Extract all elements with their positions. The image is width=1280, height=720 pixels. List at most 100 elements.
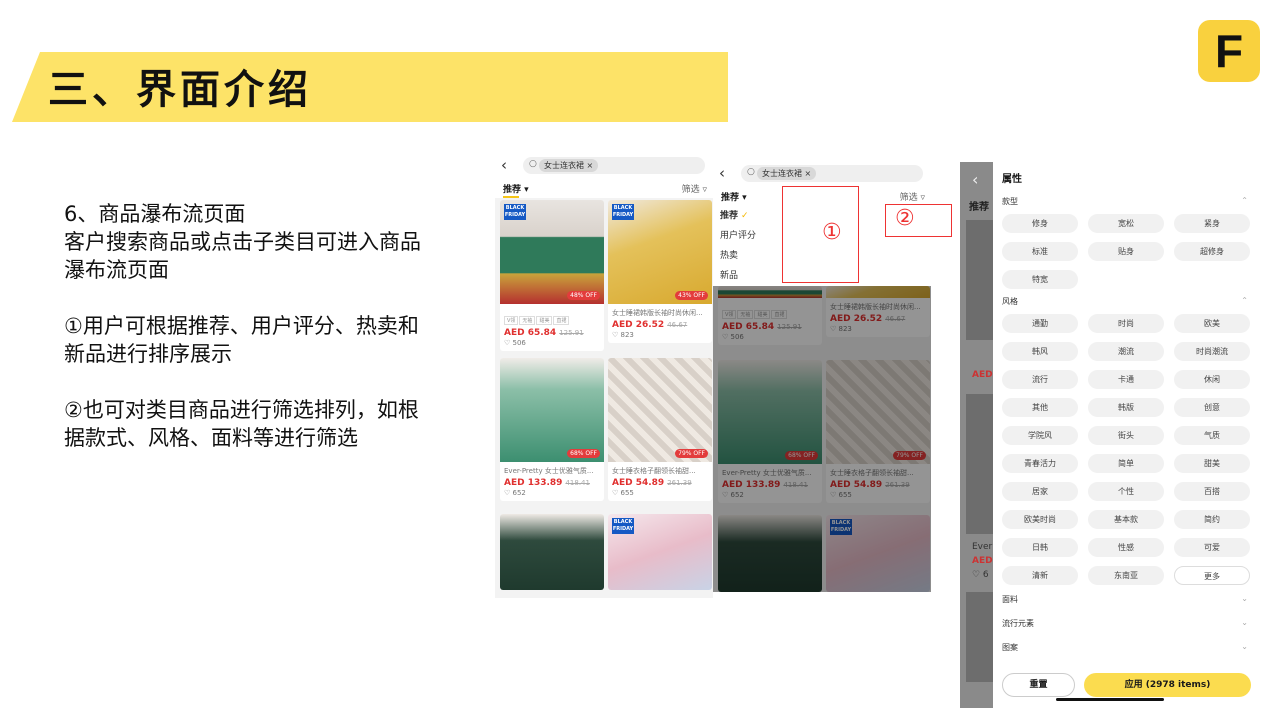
filter-option[interactable]: 紧身 xyxy=(1174,214,1250,233)
sort-dropdown[interactable]: 推荐 ▾ xyxy=(721,190,747,203)
filter-option[interactable]: 气质 xyxy=(1174,426,1250,445)
search-chip[interactable]: 女士连衣裙 × xyxy=(757,167,817,180)
product-card[interactable]: BLACK FRIDAY 43% OFF 女士睡裙韩版长袖时尚休闲... AED… xyxy=(608,200,712,343)
section-pattern[interactable]: 图案 xyxy=(1002,642,1018,653)
like-count[interactable]: ♡ 652 xyxy=(500,488,604,501)
like-count[interactable]: ♡ 506 xyxy=(500,338,604,351)
filter-option[interactable]: 居家 xyxy=(1002,482,1078,501)
sort-dropdown[interactable]: 推荐 ▾ xyxy=(503,182,529,195)
sort-option-recommend[interactable]: 推荐 ✓ xyxy=(720,208,749,221)
product-card[interactable]: BLACK FRIDAY xyxy=(608,514,712,590)
brand-logo: F xyxy=(1198,20,1260,82)
filter-option[interactable]: 贴身 xyxy=(1088,242,1164,261)
filter-option[interactable]: 个性 xyxy=(1088,482,1164,501)
back-arrow-icon: ‹ xyxy=(972,170,979,189)
product-card[interactable]: BLACK FRIDAY 48% OFF V领 无袖 甜美 直裙 AED 65.84 1… xyxy=(500,200,604,351)
filter-option[interactable]: 性感 xyxy=(1088,538,1164,557)
check-icon: ✓ xyxy=(741,211,749,221)
filter-option[interactable]: 可爱 xyxy=(1174,538,1250,557)
filter-option[interactable]: 百搭 xyxy=(1174,482,1250,501)
filter-option[interactable]: 创意 xyxy=(1174,398,1250,417)
marker-1: ① xyxy=(822,220,842,245)
filter-option[interactable]: 其他 xyxy=(1002,398,1078,417)
black-friday-badge: BLACK FRIDAY xyxy=(612,518,634,534)
filter-option[interactable]: 街头 xyxy=(1088,426,1164,445)
filter-option[interactable]: 简约 xyxy=(1174,510,1250,529)
black-friday-badge: BLACK FRIDAY xyxy=(612,204,634,220)
filter-option[interactable]: 时尚 xyxy=(1088,314,1164,333)
discount-badge: 48% OFF xyxy=(567,291,600,300)
filter-screen: ‹ 推荐 AED Ever AED ♡ 6 属性 款型 ⌃ 修身 宽松 紧身 标准 贴身… xyxy=(960,162,1260,708)
filter-option[interactable]: 韩版 xyxy=(1088,398,1164,417)
section-fit[interactable]: 款型 xyxy=(1002,196,1018,207)
product-card[interactable]: 68% OFF Ever-Pretty 女士优雅气质... AED 133.89… xyxy=(500,358,604,501)
search-box[interactable]: ○ 女士连衣裙 × xyxy=(523,157,705,174)
filter-option[interactable]: 欧美 xyxy=(1174,314,1250,333)
filter-option[interactable]: 休闲 xyxy=(1174,370,1250,389)
apply-button[interactable]: 应用 (2978 items) xyxy=(1084,673,1251,697)
filter-option[interactable]: 简单 xyxy=(1088,454,1164,473)
search-box[interactable]: ○ 女士连衣裙 × xyxy=(741,165,923,182)
filter-button[interactable]: 筛选 ▿ xyxy=(900,190,925,203)
filter-option[interactable]: 卡通 xyxy=(1088,370,1164,389)
filter-option[interactable]: 特宽 xyxy=(1002,270,1078,289)
product-card[interactable]: 79% OFF 女士睡衣格子翻领长袖甜... AED 54.89 261.39 ♡… xyxy=(608,358,712,501)
back-arrow-icon[interactable]: ‹ xyxy=(719,164,725,182)
filter-option[interactable]: 青春活力 xyxy=(1002,454,1078,473)
filter-option[interactable]: 修身 xyxy=(1002,214,1078,233)
desc-paragraph-1: 6、商品瀑布流页面 客户搜索商品或点击子类目可进入商品 瀑布流页面 xyxy=(64,202,421,282)
product-tags: V领 无袖 甜美 直裙 xyxy=(500,304,604,326)
sort-option-new[interactable]: 新品 xyxy=(720,268,738,281)
filter-option[interactable]: 欧美时尚 xyxy=(1002,510,1078,529)
section-fabric[interactable]: 面料 xyxy=(1002,594,1018,605)
chevron-up-icon[interactable]: ⌃ xyxy=(1241,196,1248,205)
sort-option-rating[interactable]: 用户评分 xyxy=(720,228,756,241)
product-feed-screen: ‹ ○ 女士连衣裙 × 推荐 ▾ 筛选 ▿ BLACK FRIDAY 48% O… xyxy=(495,152,713,598)
product-price: AED 54.89 261.39 xyxy=(612,478,692,488)
chevron-down-icon[interactable]: ⌄ xyxy=(1241,594,1248,603)
filter-panel: 属性 款型 ⌃ 修身 宽松 紧身 标准 贴身 超修身 特宽 风格 ⌃ 通勤 时尚 欧美 韩风 潮流时… xyxy=(993,162,1260,708)
section-style[interactable]: 风格 xyxy=(1002,296,1018,307)
filter-option[interactable]: 流行 xyxy=(1002,370,1078,389)
chevron-down-icon[interactable]: ⌄ xyxy=(1241,618,1248,627)
annotation-box-1 xyxy=(782,186,859,283)
like-count[interactable]: ♡ 823 xyxy=(608,330,712,343)
sort-bar: 推荐 ▾ 筛选 ▿ xyxy=(495,182,713,198)
filter-option[interactable]: 韩风 xyxy=(1002,342,1078,361)
section-trend[interactable]: 流行元素 xyxy=(1002,618,1034,629)
desc-paragraph-3: ②也可对类目商品进行筛选排列，如根 据款式、风格、面料等进行筛选 xyxy=(64,398,419,450)
filter-option[interactable]: 时尚潮流 xyxy=(1174,342,1250,361)
product-card[interactable] xyxy=(500,514,604,590)
product-image xyxy=(500,514,604,590)
filter-button[interactable]: 筛选 ▿ xyxy=(682,182,707,195)
filter-option[interactable]: 通勤 xyxy=(1002,314,1078,333)
dim-overlay[interactable] xyxy=(713,286,931,592)
product-name: 女士睡衣格子翻领长袖甜... xyxy=(612,467,696,475)
product-price: AED 26.52 46.67 xyxy=(612,320,688,330)
marker-2: ② xyxy=(895,206,915,231)
filter-option[interactable]: 标准 xyxy=(1002,242,1078,261)
more-options-button[interactable]: 更多 xyxy=(1174,566,1250,585)
filter-option[interactable]: 清新 xyxy=(1002,566,1078,585)
filter-option[interactable]: 甜美 xyxy=(1174,454,1250,473)
filter-option[interactable]: 基本款 xyxy=(1088,510,1164,529)
slide-title: 三、界面介绍 xyxy=(48,67,312,113)
filter-option[interactable]: 超修身 xyxy=(1174,242,1250,261)
product-image: BLACK FRIDAY 43% OFF xyxy=(608,200,712,304)
reset-button[interactable]: 重置 xyxy=(1002,673,1075,697)
filter-option[interactable]: 宽松 xyxy=(1088,214,1164,233)
chevron-up-icon[interactable]: ⌃ xyxy=(1241,296,1248,305)
filter-option[interactable]: 学院风 xyxy=(1002,426,1078,445)
filter-option[interactable]: 日韩 xyxy=(1002,538,1078,557)
search-icon: ○ xyxy=(529,159,537,169)
like-count[interactable]: ♡ 655 xyxy=(608,488,712,501)
discount-badge: 43% OFF xyxy=(675,291,708,300)
chevron-down-icon[interactable]: ⌄ xyxy=(1241,642,1248,651)
desc-paragraph-2: ①用户可根据推荐、用户评分、热卖和 新品进行排序展示 xyxy=(64,314,419,366)
back-arrow-icon[interactable]: ‹ xyxy=(501,156,507,174)
description: 6、商品瀑布流页面 客户搜索商品或点击子类目可进入商品 瀑布流页面 ①用户可根据… xyxy=(64,200,484,480)
search-chip[interactable]: 女士连衣裙 × xyxy=(539,159,599,172)
sort-option-hot[interactable]: 热卖 xyxy=(720,248,738,261)
filter-option[interactable]: 东南亚 xyxy=(1088,566,1164,585)
filter-option[interactable]: 潮流 xyxy=(1088,342,1164,361)
